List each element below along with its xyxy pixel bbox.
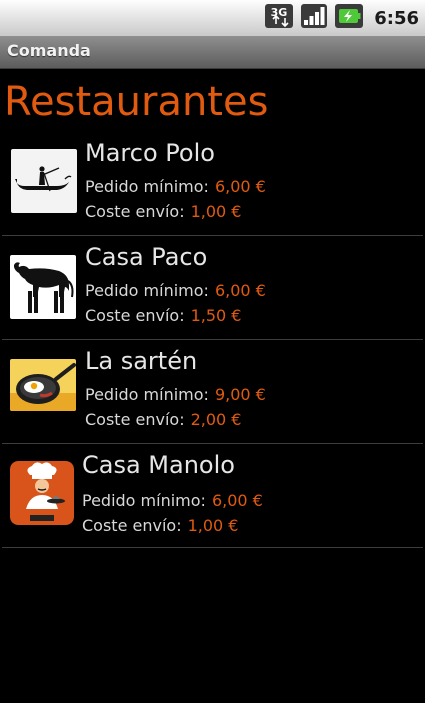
shipping-label: Coste envío: (85, 306, 185, 325)
min-order-value: 6,00 € (214, 281, 266, 300)
min-order-label: Pedido mínimo: (85, 177, 209, 196)
min-order-value: 9,00 € (214, 385, 266, 404)
battery-charging-icon (334, 3, 364, 33)
shipping-label: Coste envío: (85, 410, 185, 429)
shipping-value: 2,00 € (190, 410, 242, 429)
shipping-line: Coste envío: 1,00 € (82, 516, 238, 535)
network-3g-icon: 3G (264, 3, 294, 33)
shipping-value: 1,00 € (190, 202, 242, 221)
min-order-line: Pedido mínimo: 9,00 € (85, 385, 266, 404)
min-order-value: 6,00 € (211, 491, 263, 510)
restaurant-name: Casa Manolo (82, 451, 235, 479)
shipping-line: Coste envío: 1,50 € (85, 306, 241, 325)
status-time: 6:56 (374, 7, 419, 29)
shipping-line: Coste envío: 2,00 € (85, 410, 241, 429)
app-title: Comanda (7, 41, 91, 60)
signal-icon (300, 3, 328, 33)
min-order-line: Pedido mínimo: 6,00 € (85, 281, 266, 300)
min-order-line: Pedido mínimo: 6,00 € (85, 177, 266, 196)
min-order-label: Pedido mínimo: (85, 385, 209, 404)
restaurant-row-casa-paco[interactable]: Casa Paco Pedido mínimo: 6,00 € Coste env… (2, 236, 423, 340)
restaurant-name: Casa Paco (85, 243, 208, 271)
network-3g-label: 3G (271, 6, 288, 19)
restaurant-list: Marco Polo Pedido mínimo: 6,00 € Coste en… (0, 132, 425, 548)
shipping-value: 1,50 € (190, 306, 242, 325)
restaurant-row-la-sarten[interactable]: La sartén Pedido mínimo: 9,00 € Coste env… (2, 340, 423, 444)
shipping-label: Coste envío: (85, 202, 185, 221)
restaurant-name: Marco Polo (85, 139, 215, 167)
status-bar: 3G 6:56 (0, 0, 425, 36)
restaurant-name: La sartén (85, 347, 198, 375)
page-title: Restaurantes (4, 79, 269, 125)
restaurant-row-casa-manolo[interactable]: Casa Manolo Pedido mínimo: 6,00 € Coste e… (2, 444, 423, 548)
chef-icon (10, 461, 74, 525)
shipping-label: Coste envío: (82, 516, 182, 535)
gondola-icon (11, 149, 77, 213)
frying-pan-icon (10, 359, 76, 411)
bull-icon (10, 255, 76, 319)
title-bar: Comanda (0, 36, 425, 69)
min-order-label: Pedido mínimo: (82, 491, 206, 510)
status-icons: 3G 6:56 (264, 4, 419, 32)
shipping-value: 1,00 € (187, 516, 239, 535)
min-order-label: Pedido mínimo: (85, 281, 209, 300)
min-order-line: Pedido mínimo: 6,00 € (82, 491, 263, 510)
shipping-line: Coste envío: 1,00 € (85, 202, 241, 221)
min-order-value: 6,00 € (214, 177, 266, 196)
restaurant-row-marco-polo[interactable]: Marco Polo Pedido mínimo: 6,00 € Coste en… (2, 132, 423, 236)
